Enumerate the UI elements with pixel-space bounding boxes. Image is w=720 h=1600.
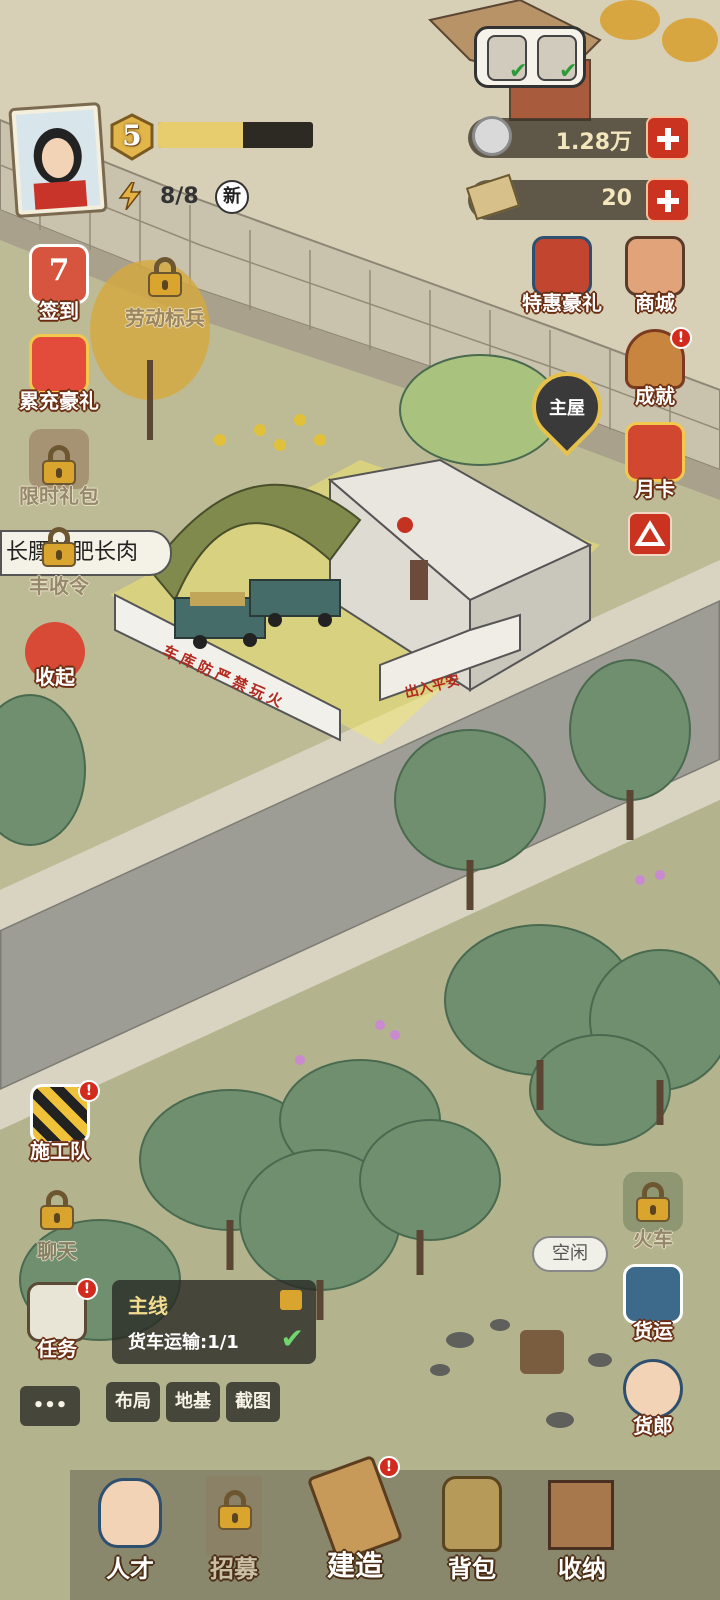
backpack-icon [442,1476,502,1552]
recruit-button[interactable]: 招募 [182,1470,286,1590]
sign-in-label: 签到 [39,299,79,323]
foundation-label: 地基 [175,1391,211,1412]
level-value: 5 [122,119,142,152]
lock-icon [42,527,76,567]
alert-badge-icon: ! [78,1080,100,1102]
construction-team-label: 施工队 [30,1139,90,1163]
energy-new-label: 新 [223,186,241,207]
check-icon: ✔ [559,59,578,84]
construction-team-button[interactable]: ! 施工队 [14,1080,106,1166]
shop-label: 商城 [635,291,675,315]
tasks-button[interactable]: ! 任务 [14,1278,100,1364]
build-button[interactable]: ! 建造 [300,1444,410,1590]
storage-label: 收纳 [558,1554,606,1583]
idle-status-text: 空闲 [552,1243,588,1264]
backpack-label: 背包 [448,1554,496,1583]
more-options-label: ••• [32,1395,68,1416]
chat-label: 聊天 [37,1239,77,1263]
harvest-ready-bubble[interactable]: ✔ ✔ [474,26,586,88]
shop-button[interactable]: 商城 [612,232,698,318]
layout-label: 布局 [115,1391,151,1412]
recruit-label: 招募 [210,1554,258,1583]
coin-amount: 1.28万 [555,130,632,155]
harvest-order-button[interactable]: 丰收令 [16,515,102,601]
talent-label: 人才 [106,1554,154,1583]
peddler-label: 货郎 [633,1414,673,1438]
achievement-button[interactable]: ! 成就 [612,325,698,411]
exp-bar [158,122,313,148]
collapse-right-menu-button[interactable] [628,512,672,556]
triangle-up-icon [634,520,666,546]
achievement-label: 成就 [635,384,675,408]
lock-icon [218,1490,252,1530]
backpack-button[interactable]: 背包 [420,1470,524,1590]
collapse-label: 收起 [35,665,75,689]
cumulative-recharge-button[interactable]: 累充豪礼 [16,330,102,416]
coin-icon [472,116,512,156]
quest-complete-check-icon: ✔ [280,1322,304,1355]
freight-button[interactable]: 货运 [610,1260,696,1346]
quest-title: 主线 [128,1294,168,1318]
monthly-card-button[interactable]: 月卡 [612,418,698,504]
quest-task: 货车运输:1/1 [128,1332,239,1353]
storage-house-icon [548,1480,614,1550]
check-icon: ✔ [509,59,528,84]
idle-status-bubble: 空闲 [532,1236,608,1272]
train-label: 火车 [633,1227,673,1251]
special-gift-button[interactable]: 特惠豪礼 [514,232,610,318]
foundation-button[interactable]: 地基 [166,1382,220,1422]
freight-label: 货运 [633,1319,673,1343]
chat-button[interactable]: 聊天 [14,1180,100,1266]
cumulative-recharge-label: 累充豪礼 [19,389,99,413]
peddler-button[interactable]: 货郎 [610,1355,696,1441]
lock-icon [636,1182,670,1222]
energy-count: 8/8 [160,184,199,209]
coin-resource-bar: 1.28万 [468,116,690,160]
energy-icon [118,181,142,211]
special-gift-label: 特惠豪礼 [522,291,602,315]
add-tickets-button[interactable] [646,178,690,222]
monthly-card-label: 月卡 [635,477,675,501]
train-button[interactable]: 火车 [610,1168,696,1254]
collapse-menu-button[interactable]: 收起 [12,618,98,704]
quest-reward-gift-icon[interactable] [280,1290,302,1310]
labor-model-label: 劳动标兵 [125,306,205,330]
lock-icon [40,1190,74,1230]
sign-in-button[interactable]: 7 签到 [16,240,102,326]
add-coins-button[interactable] [646,116,690,160]
more-options-button[interactable]: ••• [20,1386,80,1426]
screenshot-label: 截图 [235,1391,271,1412]
calendar-day: 7 [48,253,70,288]
energy-new-badge[interactable]: 新 [215,180,249,214]
player-avatar[interactable] [8,101,108,219]
ticket-amount: 20 [601,186,632,211]
ticket-resource-bar: 20 [465,173,690,222]
build-label: 建造 [326,1549,383,1582]
level-badge: 5 [108,113,156,161]
alert-badge-icon: ! [670,327,692,349]
lock-icon [148,257,182,297]
avatar-portrait-icon [15,109,101,211]
exp-bar-fill [158,122,244,148]
main-house-label: 主屋 [549,398,585,419]
layout-button[interactable]: 布局 [106,1382,160,1422]
screenshot-button[interactable]: 截图 [226,1382,280,1422]
tasks-label: 任务 [37,1337,77,1361]
alert-badge-icon: ! [76,1278,98,1300]
limited-pack-label: 限时礼包 [19,484,99,508]
talent-button[interactable]: 人才 [78,1470,182,1590]
main-quest-panel[interactable]: 主线 货车运输:1/1 ✔ [112,1280,316,1364]
lock-icon [42,445,76,485]
storage-button[interactable]: 收纳 [530,1470,634,1590]
alert-badge-icon: ! [378,1456,400,1478]
worker-face-icon [98,1478,162,1548]
bottom-nav-bar: 人才 招募 ! 建造 背包 收纳 [0,1454,720,1600]
labor-model-button[interactable]: 劳动标兵 [110,245,220,331]
harvest-order-label: 丰收令 [29,574,89,598]
limited-pack-button[interactable]: 限时礼包 [16,425,102,511]
